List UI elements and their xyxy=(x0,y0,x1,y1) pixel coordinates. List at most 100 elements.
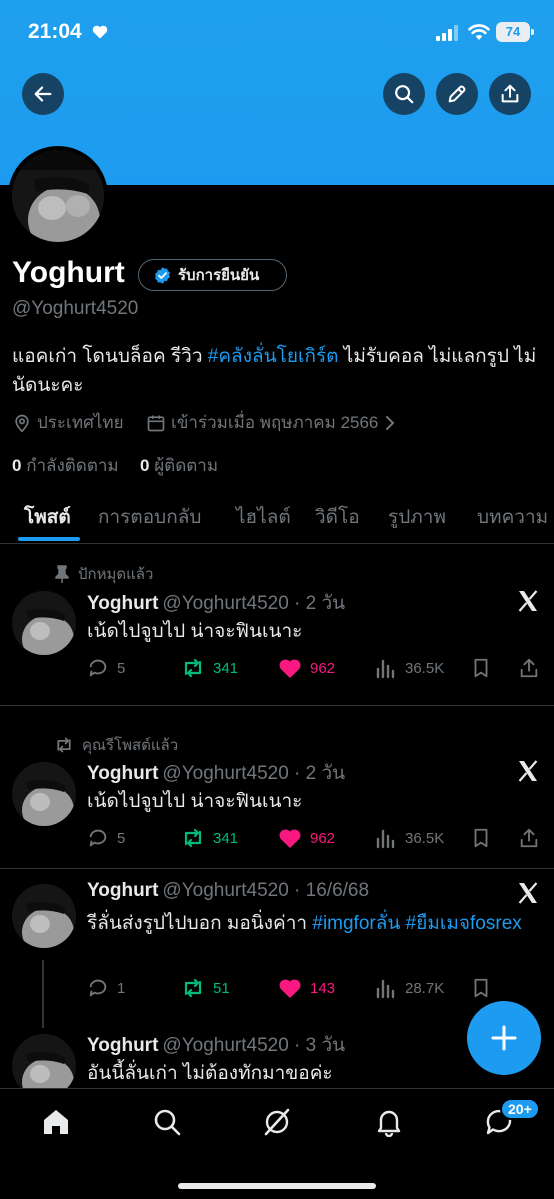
profile-avatar[interactable] xyxy=(8,146,108,246)
grok-icon[interactable] xyxy=(262,1107,292,1137)
tweet-text: รีลั่นส่งรูปไปบอก มอนิ่งค่าา #imgforลั่น… xyxy=(87,909,527,938)
verified-badge-button[interactable]: รับการยืนยัน xyxy=(138,259,287,291)
compose-post-button[interactable] xyxy=(467,1001,541,1075)
home-icon[interactable] xyxy=(41,1107,71,1137)
tweet-header: Yoghurt @Yoghurt4520 · 2 วัน xyxy=(87,588,345,618)
tweet-divider xyxy=(0,705,554,706)
tab-highlights[interactable]: ไฮไลต์ xyxy=(236,502,291,532)
tweet-handle-time: @Yoghurt4520 · 2 วัน xyxy=(162,593,346,614)
tweet-text-prefix: รีลั่นส่งรูปไปบอก มอนิ่งค่าา xyxy=(87,913,313,934)
search-icon xyxy=(395,85,414,104)
views-button[interactable]: 28.7K xyxy=(375,977,444,999)
repost-count: 341 xyxy=(213,829,239,847)
verified-label: รับการยืนยัน xyxy=(178,267,260,284)
share-icon xyxy=(501,84,519,103)
edit-button[interactable] xyxy=(436,73,478,115)
tweet-avatar[interactable] xyxy=(12,762,76,826)
active-tab-indicator xyxy=(18,537,80,541)
tweet-header: Yoghurt @Yoghurt4520 · 2 วัน xyxy=(87,758,345,788)
back-button[interactable] xyxy=(22,73,64,115)
messages-badge: 20+ xyxy=(500,1098,540,1120)
pin-icon xyxy=(55,565,69,583)
like-button[interactable]: 962 xyxy=(278,827,335,849)
cellular-signal-icon xyxy=(436,25,458,41)
tweet-author-name[interactable]: Yoghurt xyxy=(87,1035,158,1056)
hashtag-link[interactable]: #ยืมเมจfosrex xyxy=(406,913,522,934)
pinned-indicator: ปักหมุดแล้ว xyxy=(54,562,153,586)
reply-count: 1 xyxy=(117,979,126,997)
followers-label: ผู้ติดตาม xyxy=(154,456,219,475)
heart-filled-icon xyxy=(279,659,301,678)
reply-button[interactable]: 1 xyxy=(87,977,125,999)
share-tweet-icon[interactable] xyxy=(518,657,540,679)
tweet-header: Yoghurt @Yoghurt4520 · 16/6/68 xyxy=(87,880,369,902)
share-tweet-icon[interactable] xyxy=(518,827,540,849)
repost-icon xyxy=(184,828,202,848)
repost-button[interactable]: 341 xyxy=(181,827,238,849)
tab-photos[interactable]: รูปภาพ xyxy=(388,502,446,532)
calendar-icon xyxy=(147,415,165,431)
bookmark-icon[interactable] xyxy=(470,827,492,849)
tweet-author-name[interactable]: Yoghurt xyxy=(87,763,158,784)
following-label: กำลังติดตาม xyxy=(26,456,119,475)
reply-button[interactable]: 5 xyxy=(87,657,125,679)
bookmark-icon[interactable] xyxy=(470,657,492,679)
x-logo-icon xyxy=(518,760,538,782)
tab-replies[interactable]: การตอบกลับ xyxy=(98,502,201,532)
views-button[interactable]: 36.5K xyxy=(375,827,444,849)
repost-indicator: คุณรีโพสต์แล้ว xyxy=(54,733,178,757)
like-button[interactable]: 143 xyxy=(278,977,335,999)
following-link[interactable]: 0 กำลังติดตาม xyxy=(12,452,119,479)
tweet-handle-time: @Yoghurt4520 · 2 วัน xyxy=(162,763,346,784)
repost-button[interactable]: 341 xyxy=(181,657,238,679)
tweet-header: Yoghurt @Yoghurt4520 · 3 วัน xyxy=(87,1030,345,1060)
x-logo-icon xyxy=(518,590,538,612)
repost-button[interactable]: 51 xyxy=(181,977,230,999)
bio-text-prefix: แอคเก่า โดนบล็อค รีวิว xyxy=(12,346,208,367)
chevron-right-icon xyxy=(386,415,395,430)
tweet-text: เน้ดไปจูบไป น่าจะฟินเนาะ xyxy=(87,791,303,812)
view-count: 28.7K xyxy=(405,979,445,997)
verified-icon xyxy=(155,266,170,284)
thread-connector xyxy=(42,960,44,1028)
status-bar: 21:04 74 xyxy=(0,0,554,66)
views-button[interactable]: 36.5K xyxy=(375,657,444,679)
repost-icon xyxy=(184,658,202,678)
repost-icon xyxy=(184,978,202,998)
like-count: 962 xyxy=(310,659,336,677)
reply-button[interactable]: 5 xyxy=(87,827,125,849)
tweet-handle-time: @Yoghurt4520 · 3 วัน xyxy=(162,1035,346,1056)
tweet-handle-time: @Yoghurt4520 · 16/6/68 xyxy=(162,880,370,901)
hashtag-link[interactable]: #imgforลั่น xyxy=(312,913,400,934)
bio-hashtag-link[interactable]: #คลังลั่นโยเกิร์ต xyxy=(208,346,339,367)
followers-link[interactable]: 0 ผู้ติดตาม xyxy=(140,452,218,479)
battery-indicator: 74 xyxy=(496,22,534,42)
bookmark-icon[interactable] xyxy=(470,977,492,999)
tab-articles[interactable]: บทความ xyxy=(477,502,548,532)
home-indicator xyxy=(178,1183,376,1189)
search-button[interactable] xyxy=(383,73,425,115)
tab-videos[interactable]: วิดีโอ xyxy=(315,502,360,532)
tweet-divider xyxy=(0,868,554,869)
reply-count: 5 xyxy=(117,829,126,847)
tweet-author-name[interactable]: Yoghurt xyxy=(87,593,158,614)
view-count: 36.5K xyxy=(405,829,445,847)
analytics-icon xyxy=(376,829,395,849)
following-count: 0 xyxy=(12,456,22,475)
reply-icon xyxy=(89,979,107,997)
search-nav-icon[interactable] xyxy=(152,1107,182,1137)
tweet-avatar[interactable] xyxy=(12,884,76,948)
tweet-avatar[interactable] xyxy=(12,591,76,655)
like-button[interactable]: 962 xyxy=(278,657,335,679)
tab-posts[interactable]: โพสต์ xyxy=(24,502,71,532)
heart-filled-icon xyxy=(279,979,301,998)
bell-icon[interactable] xyxy=(374,1107,404,1137)
joined-text: เข้าร่วมเมื่อ พฤษภาคม 2566 xyxy=(171,413,379,432)
share-button[interactable] xyxy=(489,73,531,115)
profile-handle: @Yoghurt4520 xyxy=(12,298,139,319)
profile-joined[interactable]: เข้าร่วมเมื่อ พฤษภาคม 2566 xyxy=(146,409,397,436)
profile-location: ประเทศไทย xyxy=(12,409,124,436)
reply-count: 5 xyxy=(117,659,126,677)
tweet-author-name[interactable]: Yoghurt xyxy=(87,880,158,901)
like-count: 143 xyxy=(310,979,336,997)
